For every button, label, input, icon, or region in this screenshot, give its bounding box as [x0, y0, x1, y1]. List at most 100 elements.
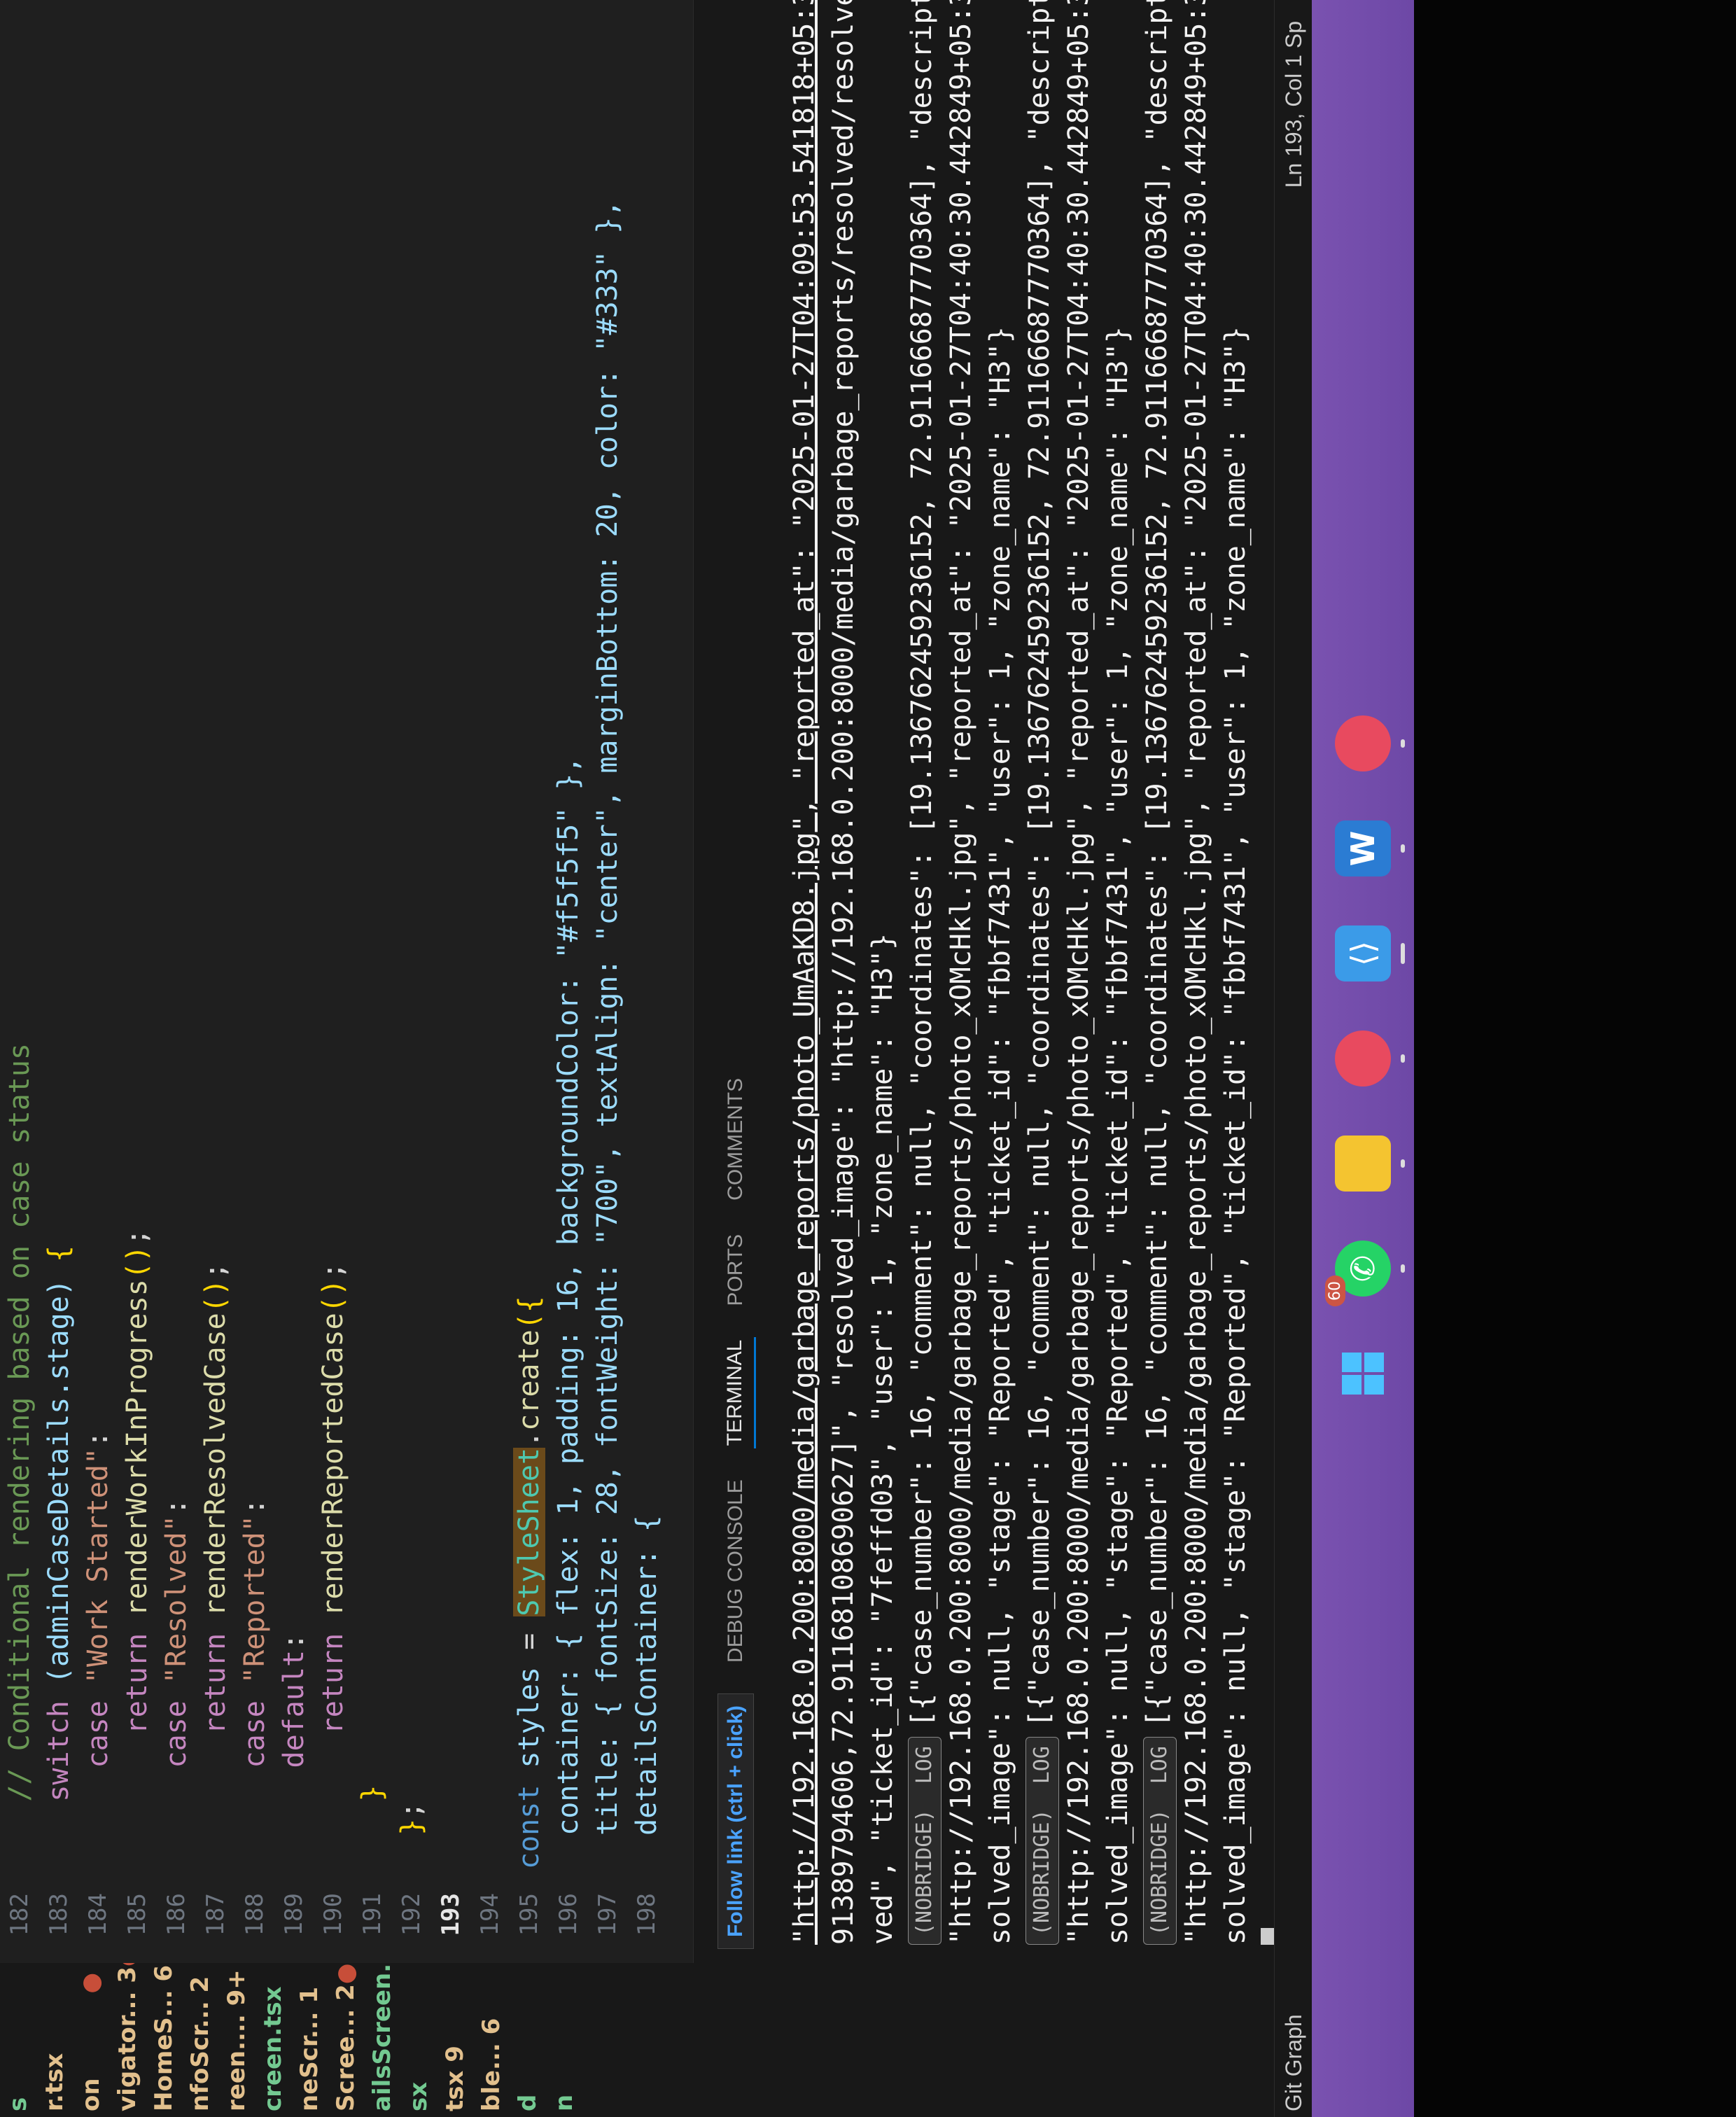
explorer-file-item[interactable]: sx	[400, 1963, 437, 2117]
code-line-current: 193	[437, 1893, 465, 1936]
explorer-file-label: nfoScr... 2	[186, 1976, 214, 2111]
terminal-line: solved_image": null, "stage": "Reported"…	[1098, 18, 1138, 1945]
follow-link-tooltip: Follow link (ctrl + click)	[718, 1693, 754, 1949]
code-editor[interactable]: 182 // Conditional rendering based on ca…	[0, 0, 693, 1963]
desktop-screen: sr.tsxon●vigator... 3●HomeS... 6nfoScr..…	[0, 0, 1414, 2117]
explorer-file-item[interactable]: n	[546, 1963, 582, 2117]
modified-dot-icon: ●	[332, 1963, 360, 1985]
modified-dot-icon: ●	[113, 1963, 141, 1966]
terminal-text: ved", "ticket_id": "7feffd03", "user": 1…	[867, 933, 899, 1945]
terminal-line: "http://192.168.0.200:8000/media/garbage…	[1059, 0, 1098, 1945]
explorer-file-label: sx	[405, 2081, 433, 2111]
code-line: 186 case "Resolved":	[160, 1498, 192, 1936]
terminal-line: "http://192.168.0.200:8000/media/garbage…	[1177, 0, 1216, 1945]
explorer-file-item[interactable]: neScr... 1	[291, 1963, 328, 2117]
explorer-sidebar: sr.tsxon●vigator... 3●HomeS... 6nfoScr..…	[0, 1962, 1274, 2117]
nobridge-log-badge: (NOBRIDGE) LOG	[1143, 1737, 1177, 1945]
tab-ports[interactable]: PORTS	[717, 1231, 755, 1309]
explorer-file-label: on	[77, 2078, 105, 2111]
code-line: 197 title: { fontSize: 28, fontWeight: "…	[592, 200, 624, 1936]
code-line: 182 // Conditional rendering based on ca…	[4, 1042, 36, 1936]
status-bar: Git Graph Ln 193, Col 1 Sp	[1274, 0, 1312, 2117]
git-graph-button[interactable]: Git Graph	[1281, 2014, 1307, 2117]
explorer-file-label: neScr... 1	[295, 1986, 323, 2111]
explorer-file-label: Scree... 2	[332, 1984, 360, 2111]
terminal-text: "http://192.168.0.200:8000/media/garbage…	[945, 0, 977, 1945]
terminal-line: solved_image": null, "stage": "Reported"…	[981, 18, 1020, 1945]
code-line: 183 switch (adminCaseDetails.stage) {	[43, 1245, 75, 1936]
code-line: 189 default:	[278, 1633, 310, 1936]
explorer-file-item[interactable]: r.tsx	[36, 1963, 73, 2117]
tab-comments[interactable]: COMMENTS	[717, 1075, 755, 1203]
modified-dot-icon: ●	[77, 1973, 105, 1994]
explorer-file-label: reen.... 9+	[223, 1969, 251, 2111]
terminal-line: ved", "ticket_id": "7feffd03", "user": 1…	[863, 18, 902, 1945]
tab-terminal[interactable]: TERMINAL	[715, 1336, 756, 1449]
nobridge-log-badge: (NOBRIDGE) LOG	[1026, 1737, 1059, 1945]
explorer-file-item[interactable]: tsx 9	[437, 1963, 473, 2117]
explorer-file-item[interactable]: on ●	[73, 1963, 109, 2117]
explorer-file-item[interactable]: HomeS... 6	[146, 1963, 182, 2117]
explorer-file-item[interactable]: d	[510, 1963, 546, 2117]
code-line: 198 detailsContainer: {	[631, 1515, 663, 1936]
explorer-file-label: ailsScreen....	[368, 1963, 396, 2111]
word-icon[interactable]: W	[1335, 820, 1405, 876]
terminal-line: "http://192.168.0.200:8000/media/garbage…	[785, 0, 824, 1945]
vscode-icon[interactable]: ⟨⟩	[1335, 925, 1405, 981]
terminal-line: (NOBRIDGE) LOG [{"case_number": 16, "comm…	[902, 0, 941, 1945]
code-line: 191 }	[356, 1784, 388, 1936]
terminal-line: (NOBRIDGE) LOG [{"case_number": 16, "comm…	[1020, 0, 1059, 1945]
terminal-line: "http://192.168.0.200:8000/media/garbage…	[941, 0, 981, 1945]
explorer-file-label: d	[514, 2094, 542, 2111]
explorer-file-label: vigator... 3	[113, 1966, 141, 2111]
code-line: 192 };	[396, 1801, 428, 1936]
code-line: 196 container: { flex: 1, padding: 16, b…	[552, 756, 584, 1936]
explorer-file-item[interactable]: creen.tsx	[255, 1963, 291, 2117]
terminal-line: 9138979460​6,72.9116810869​0627]", "reso…	[824, 0, 863, 1945]
terminal-line: solved_image": null, "stage": "Reported"…	[1216, 18, 1255, 1945]
panel-tabs: Follow link (ctrl + click) DEBUG CONSOLE…	[694, 0, 778, 1963]
terminal-text: solved_image": null, "stage": "Reported"…	[984, 326, 1016, 1945]
browser-icon[interactable]	[1335, 715, 1405, 771]
file-explorer-icon[interactable]	[1335, 1136, 1405, 1192]
terminal-text: "http://192.168.0.200:8000/media/garbage…	[1063, 0, 1095, 1945]
explorer-file-label: s	[4, 2097, 32, 2111]
explorer-file-item[interactable]: nfoScr... 2	[182, 1963, 218, 2117]
bottom-panel: Follow link (ctrl + click) DEBUG CONSOLE…	[693, 0, 1292, 1963]
code-line: 190 return renderReportedCase();	[317, 1262, 349, 1936]
nobridge-log-badge: (NOBRIDGE) LOG	[908, 1737, 941, 1945]
explorer-file-label: n	[550, 2094, 578, 2111]
explorer-file-item[interactable]: Scree... 2 ●	[328, 1963, 364, 2117]
explorer-file-item[interactable]: vigator... 3●	[109, 1963, 146, 2117]
terminal-output[interactable]: "http://192.168.0.200:8000/media/garbage…	[778, 0, 1301, 1963]
code-line: 187 return renderResolvedCase();	[200, 1262, 232, 1936]
code-line: 188 case "Reported":	[239, 1498, 271, 1936]
terminal-text: [{"case_number": 16, "comment": null, "c…	[1023, 0, 1056, 1728]
explorer-file-label: creen.tsx	[259, 1986, 287, 2111]
code-line: 184 case "Work Started":	[82, 1430, 114, 1936]
tab-debug-console[interactable]: DEBUG CONSOLE	[717, 1476, 755, 1665]
code-line: 185 return renderWorkInProgress();	[121, 1228, 153, 1936]
code-line: 194	[476, 1893, 504, 1936]
explorer-file-label: ble... 6	[477, 2018, 505, 2111]
terminal-link[interactable]: "http://192.168.0.200:8000/media/garbage…	[788, 0, 820, 1945]
explorer-file-label: r.tsx	[41, 2053, 69, 2111]
terminal-line: (NOBRIDGE) LOG [{"case_number": 16, "comm…	[1138, 0, 1177, 1945]
cursor-position[interactable]: Ln 193, Col 1 Sp	[1281, 0, 1307, 188]
explorer-file-item[interactable]: ble... 6	[473, 1963, 510, 2117]
code-line: 195 const styles = StyleSheet.create({	[513, 1296, 545, 1936]
whatsapp-icon[interactable]: ✆ 60	[1325, 1241, 1405, 1306]
windows-start-icon[interactable]	[1335, 1346, 1391, 1402]
terminal-text: solved_image": null, "stage": "Reported"…	[1102, 326, 1134, 1945]
terminal-text: 9138979460​6,72.9116810869​0627]", "reso…	[827, 0, 860, 1945]
explorer-file-item[interactable]: ailsScreen....	[364, 1963, 400, 2117]
notification-count: 60	[1325, 1276, 1345, 1306]
explorer-file-item[interactable]: reen.... 9+	[218, 1963, 255, 2117]
terminal-text: [{"case_number": 16, "comment": null, "c…	[906, 0, 938, 1728]
explorer-file-label: tsx 9	[441, 2046, 469, 2111]
browser-icon[interactable]	[1335, 1030, 1405, 1087]
explorer-file-label: HomeS... 6	[150, 1964, 178, 2111]
explorer-file-item[interactable]: s	[0, 1963, 36, 2117]
terminal-text: [{"case_number": 16, "comment": null, "c…	[1141, 0, 1173, 1728]
windows-taskbar: ✆ 60 ⟨⟩ W	[1312, 0, 1414, 2117]
